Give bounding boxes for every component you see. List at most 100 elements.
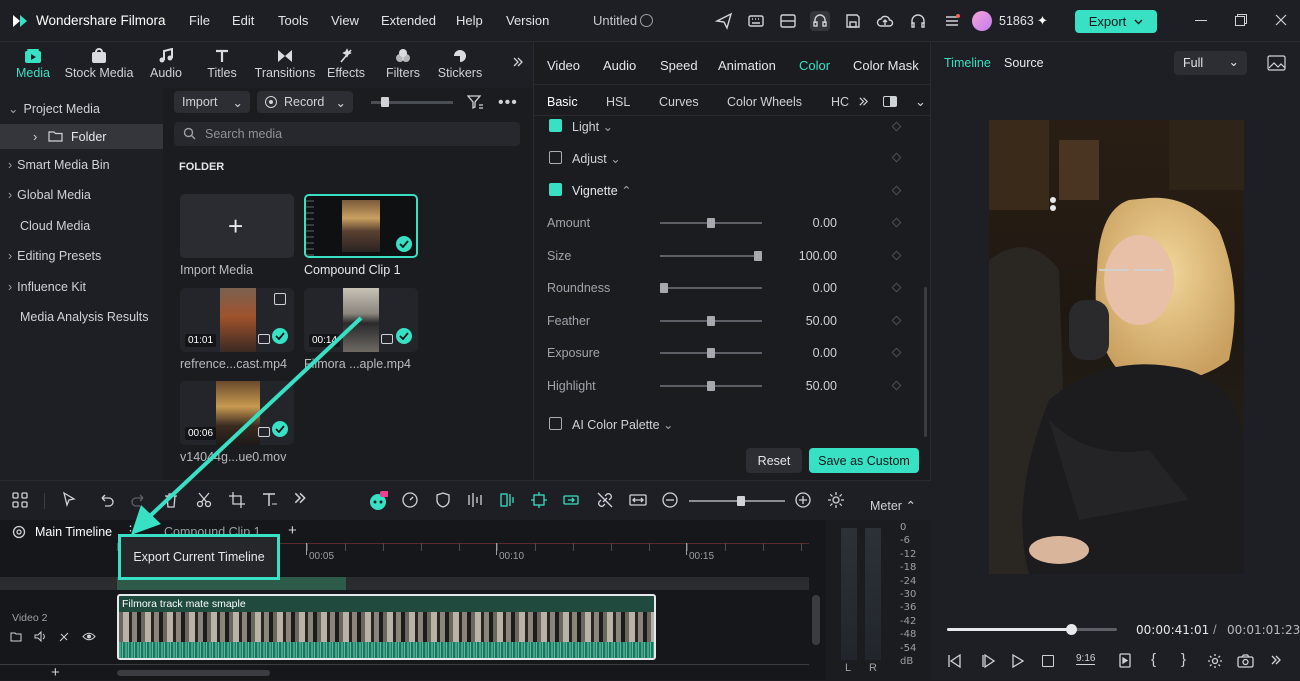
minimize-icon[interactable] xyxy=(1195,20,1207,21)
menu-extended[interactable]: Extended xyxy=(381,13,436,28)
keyframe-icon[interactable] xyxy=(891,152,902,163)
tab-source-preview[interactable]: Source xyxy=(1004,56,1044,70)
ai-mate-icon[interactable] xyxy=(368,491,388,511)
scrollbar[interactable] xyxy=(924,287,927,437)
export-current-timeline-menu-item[interactable]: Export Current Timeline xyxy=(118,534,280,580)
restore-icon[interactable] xyxy=(1235,14,1247,26)
play-icon[interactable] xyxy=(1011,654,1025,668)
menu-file[interactable]: File xyxy=(189,13,210,28)
more-subtabs-chevron-icon[interactable] xyxy=(858,96,869,107)
add-timeline-plus-icon[interactable]: + xyxy=(288,522,297,539)
keyframe-icon[interactable] xyxy=(891,282,902,293)
save-icon[interactable] xyxy=(843,11,863,31)
meter-label[interactable]: Meter ⌃ xyxy=(870,498,916,513)
slider-value-exposure[interactable]: 0.00 xyxy=(777,346,837,360)
slider-feather[interactable] xyxy=(660,316,762,326)
video-preview-frame[interactable] xyxy=(989,120,1244,574)
subtab-hc[interactable]: HC xyxy=(831,95,849,109)
more-tools-chevron-icon[interactable] xyxy=(293,491,313,511)
avatar[interactable] xyxy=(972,11,992,31)
media-item-mov-clip[interactable]: 00:06 xyxy=(180,381,294,445)
select-tool-icon[interactable] xyxy=(61,491,81,511)
settings-gear-icon[interactable] xyxy=(827,491,847,511)
speed-ramp-icon[interactable] xyxy=(401,491,421,511)
headphones-icon[interactable] xyxy=(908,11,928,31)
sidebar-item-global-media[interactable]: › Global Media xyxy=(8,188,91,202)
reset-button[interactable]: Reset xyxy=(746,448,802,473)
credits-count[interactable]: 51863 xyxy=(999,14,1034,28)
zoom-slider[interactable] xyxy=(689,496,785,506)
cloud-upload-icon[interactable] xyxy=(875,11,895,31)
mark-clip-icon[interactable] xyxy=(1119,653,1131,668)
mark-in-icon[interactable]: { xyxy=(1151,651,1156,668)
delete-icon[interactable] xyxy=(162,491,182,511)
media-item-compound-clip[interactable] xyxy=(304,194,418,258)
slider-knob[interactable] xyxy=(660,283,668,293)
menu-edit[interactable]: Edit xyxy=(232,13,254,28)
sidebar-item-cloud-media[interactable]: Cloud Media xyxy=(20,219,90,233)
slider-exposure[interactable] xyxy=(660,348,762,358)
render-settings-icon[interactable] xyxy=(1207,653,1223,669)
tab-titles[interactable]: Titles xyxy=(200,46,244,80)
slider-highlight[interactable] xyxy=(660,381,762,391)
sidebar-item-editing-presets[interactable]: › Editing Presets xyxy=(8,249,101,263)
subtab-hsl[interactable]: HSL xyxy=(606,95,630,109)
vignette-section-label[interactable]: Vignette ⌃ xyxy=(572,183,632,198)
menu-version[interactable]: Version xyxy=(506,13,549,28)
more-controls-chevron-icon[interactable] xyxy=(1270,654,1282,666)
tab-effects[interactable]: Effects xyxy=(324,46,368,80)
compare-view-icon[interactable] xyxy=(883,96,897,107)
media-item-filmora-sample[interactable]: 00:14 xyxy=(304,288,418,352)
playback-progress-bar[interactable] xyxy=(947,624,1117,635)
import-media-tile[interactable]: + xyxy=(180,194,294,258)
sidebar-item-project-media[interactable]: ⌄ Project Media xyxy=(8,101,100,116)
shield-icon[interactable] xyxy=(434,491,454,511)
text-tool-icon[interactable] xyxy=(260,491,280,511)
snapshot-camera-icon[interactable] xyxy=(1237,654,1254,668)
project-title[interactable]: Untitled xyxy=(593,13,637,28)
slider-amount[interactable] xyxy=(660,218,762,228)
keyframe-icon[interactable] xyxy=(891,315,902,326)
scissors-icon[interactable] xyxy=(195,491,215,511)
menu-tools[interactable]: Tools xyxy=(278,13,308,28)
import-dropdown[interactable]: Import ⌄ xyxy=(174,91,250,113)
chevron-down-icon[interactable]: ⌄ xyxy=(915,94,926,110)
filter-icon[interactable] xyxy=(467,94,483,110)
track-speaker-icon[interactable] xyxy=(34,631,47,642)
vertical-scrollbar[interactable] xyxy=(812,595,820,645)
tab-animation[interactable]: Animation xyxy=(718,58,776,73)
more-tabs-chevron-icon[interactable] xyxy=(512,56,524,68)
sidebar-item-media-analysis-results[interactable]: Media Analysis Results xyxy=(20,310,149,324)
redo-icon[interactable] xyxy=(130,491,150,511)
keyframe-icon[interactable] xyxy=(891,250,902,261)
tab-main-timeline[interactable]: Main Timeline xyxy=(35,525,112,539)
tab-transitions[interactable]: Transitions xyxy=(252,46,318,80)
mark-out-icon[interactable]: } xyxy=(1181,651,1186,668)
tab-audio[interactable]: Audio xyxy=(145,46,187,80)
crop-icon[interactable] xyxy=(228,491,248,511)
subtab-color-wheels[interactable]: Color Wheels xyxy=(727,95,802,109)
track-folder-icon[interactable] xyxy=(10,631,22,642)
replace-clip-icon[interactable] xyxy=(562,491,582,511)
horizontal-scrollbar[interactable] xyxy=(117,670,270,676)
adjust-section-label[interactable]: Adjust ⌄ xyxy=(572,151,621,166)
menu-help[interactable]: Help xyxy=(456,13,483,28)
tab-color[interactable]: Color xyxy=(799,58,830,73)
previous-frame-icon[interactable] xyxy=(947,654,963,668)
send-icon[interactable] xyxy=(714,11,734,31)
search-input[interactable]: Search media xyxy=(174,122,520,146)
scene-detect-icon[interactable] xyxy=(530,491,550,511)
save-as-custom-button[interactable]: Save as Custom xyxy=(809,448,919,473)
link-icon[interactable] xyxy=(596,491,616,511)
keyframe-icon[interactable] xyxy=(891,185,902,196)
menu-view[interactable]: View xyxy=(331,13,359,28)
slider-knob[interactable] xyxy=(707,218,715,228)
record-dropdown[interactable]: Record ⌄ xyxy=(257,91,353,113)
light-section-label[interactable]: Light ⌄ xyxy=(572,119,613,134)
slider-knob[interactable] xyxy=(754,251,762,261)
slider-value-highlight[interactable]: 50.00 xyxy=(777,379,837,393)
slider-knob[interactable] xyxy=(707,316,715,326)
undo-icon[interactable] xyxy=(97,491,117,511)
subtab-curves[interactable]: Curves xyxy=(659,95,699,109)
tab-timeline-preview[interactable]: Timeline xyxy=(944,56,991,70)
